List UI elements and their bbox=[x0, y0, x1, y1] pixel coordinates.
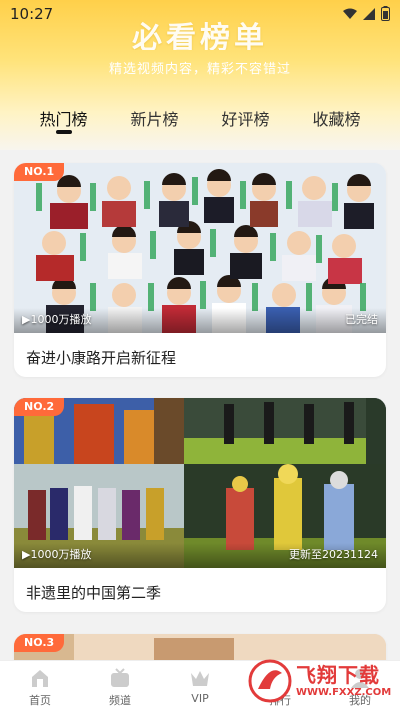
video-thumbnail[interactable]: NO.1 ▶1000万播放 已完结 bbox=[14, 163, 386, 333]
page-subtitle: 精选视频内容，精彩不容错过 bbox=[108, 62, 291, 77]
status-time: 10:27 bbox=[10, 5, 54, 23]
watermark-url: WWW.FXXZ.COM bbox=[296, 686, 392, 698]
tab-new-label: 新片榜 bbox=[130, 110, 179, 129]
tab-praise-label: 好评榜 bbox=[221, 110, 270, 129]
update-status: 已完结 bbox=[345, 313, 378, 326]
nav-vip-label: VIP bbox=[191, 692, 209, 705]
ranking-card[interactable]: NO.1 ▶1000万播放 已完结 奋进小康路开启新征程 bbox=[14, 163, 386, 377]
tv-icon bbox=[109, 667, 131, 689]
tab-favorite[interactable]: 收藏榜 bbox=[297, 100, 377, 140]
battery-icon bbox=[381, 6, 390, 21]
video-title: 奋进小康路开启新征程 bbox=[26, 349, 177, 367]
watermark-logo-icon bbox=[248, 659, 292, 703]
nav-home-label: 首页 bbox=[29, 694, 51, 707]
nav-channel-label: 频道 bbox=[109, 694, 131, 707]
vip-icon bbox=[189, 667, 211, 689]
cast-photo bbox=[14, 163, 386, 333]
performance-photo-illustration bbox=[14, 398, 386, 568]
active-tab-indicator bbox=[55, 130, 72, 134]
site-watermark: 飞翔下载 WWW.FXXZ.COM bbox=[248, 656, 396, 706]
home-icon bbox=[29, 667, 51, 689]
performance-photo bbox=[14, 398, 386, 568]
wifi-icon bbox=[343, 8, 357, 19]
tab-hot[interactable]: 热门榜 bbox=[24, 100, 104, 140]
tab-praise[interactable]: 好评榜 bbox=[206, 100, 286, 140]
tab-hot-label: 热门榜 bbox=[39, 110, 88, 129]
ranking-tabs: 热门榜 新片榜 好评榜 收藏榜 bbox=[0, 100, 400, 140]
nav-channel[interactable]: 频道 bbox=[85, 661, 155, 710]
play-count: ▶1000万播放 bbox=[22, 548, 92, 561]
watermark-text: 飞翔下载 bbox=[296, 662, 380, 687]
cast-photo-illustration bbox=[14, 163, 386, 333]
tab-new[interactable]: 新片榜 bbox=[115, 100, 195, 140]
play-count: ▶1000万播放 bbox=[22, 313, 92, 326]
ranking-card[interactable]: NO.2 ▶1000万播放 更新至20231124 非遗里的中国第二季 bbox=[14, 398, 386, 612]
tab-favorite-label: 收藏榜 bbox=[312, 110, 361, 129]
video-thumbnail[interactable]: NO.2 ▶1000万播放 更新至20231124 bbox=[14, 398, 386, 568]
status-bar: 10:27 bbox=[0, 0, 400, 28]
nav-home[interactable]: 首页 bbox=[5, 661, 75, 710]
rank-badge: NO.1 bbox=[14, 163, 65, 181]
rank-badge: NO.2 bbox=[14, 398, 65, 416]
rank-badge: NO.3 bbox=[14, 634, 65, 652]
update-status: 更新至20231124 bbox=[289, 548, 378, 561]
signal-icon bbox=[363, 7, 375, 20]
nav-vip[interactable]: VIP bbox=[165, 661, 235, 710]
video-title: 非遗里的中国第二季 bbox=[26, 584, 162, 602]
